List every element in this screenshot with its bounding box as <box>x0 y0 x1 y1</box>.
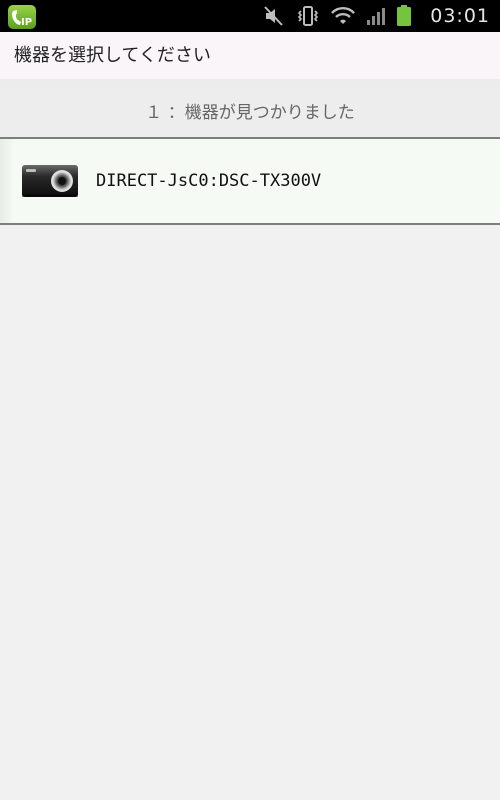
status-bar: IP 03:01 <box>0 0 500 32</box>
app-ip-phone-icon: IP <box>8 5 36 29</box>
header-divider <box>0 79 500 89</box>
device-name: DIRECT-JsC0:DSC-TX300V <box>96 171 322 191</box>
page-title: 機器を選択してください <box>14 45 211 66</box>
signal-icon <box>366 4 386 28</box>
device-list-item[interactable]: DIRECT-JsC0:DSC-TX300V <box>0 139 500 225</box>
status-time: 03:01 <box>430 5 490 27</box>
title-bar: 機器を選択してください <box>0 32 500 79</box>
device-count-text: １ ：機器が見つかりました <box>145 103 355 123</box>
svg-text:IP: IP <box>21 17 32 28</box>
wifi-icon <box>330 4 356 28</box>
battery-icon <box>396 4 412 28</box>
muted-speaker-icon <box>262 4 286 28</box>
status-icons <box>262 4 412 28</box>
camera-icon <box>20 161 80 201</box>
device-count-header: １ ：機器が見つかりました <box>0 89 500 139</box>
vibrate-icon <box>296 4 320 28</box>
